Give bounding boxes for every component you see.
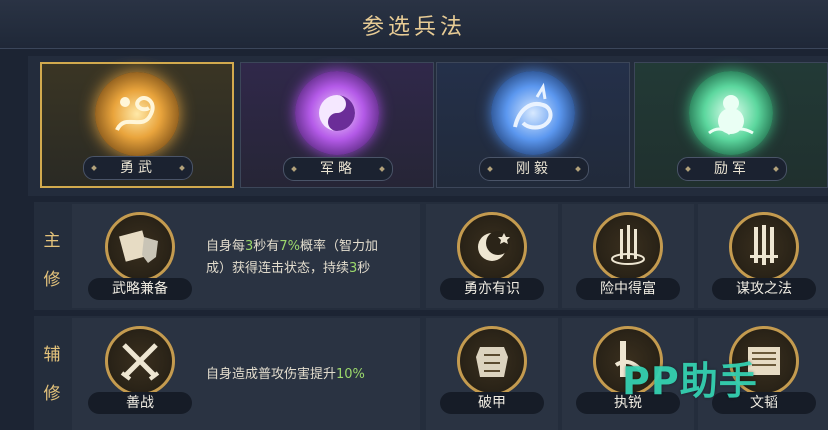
dragon-icon bbox=[95, 72, 179, 156]
aux-label-char-1: 辅 bbox=[43, 345, 61, 365]
aux-label-char-2: 修 bbox=[43, 384, 61, 404]
main-selected-skill[interactable]: 武略兼备 bbox=[80, 206, 200, 310]
category-card-junlue[interactable]: 军略 bbox=[240, 62, 434, 188]
main-skill-description: 自身每3秒有7%概率（智力加 成）获得连击状态，持续3秒 bbox=[206, 236, 416, 280]
main-label-char-1: 主 bbox=[43, 231, 61, 251]
desc-text: 概率（智力加 bbox=[299, 239, 378, 254]
skill-name: 善战 bbox=[88, 392, 192, 414]
desc-text: 自身每 bbox=[206, 239, 246, 254]
skill-pojia[interactable]: 破甲 bbox=[432, 320, 552, 424]
scroll-shield-icon bbox=[105, 212, 175, 282]
aux-row-label: 辅 修 bbox=[34, 340, 70, 404]
category-label: 军略 bbox=[283, 157, 393, 181]
gourd-cloud-icon bbox=[689, 71, 773, 155]
skill-name: 谋攻之法 bbox=[712, 278, 816, 300]
desc-text: 自身造成普攻伤害提升 bbox=[206, 367, 337, 382]
skill-mougongzhifa[interactable]: 谋攻之法 bbox=[704, 206, 824, 310]
watermark-logo: PP助手 bbox=[622, 359, 758, 403]
desc-highlight: 10% bbox=[336, 367, 365, 382]
skill-xianzhongdefu[interactable]: 险中得富 bbox=[568, 206, 688, 310]
skill-name: 破甲 bbox=[440, 392, 544, 414]
skill-name: 险中得富 bbox=[576, 278, 680, 300]
yin-yang-icon bbox=[295, 71, 379, 155]
armor-icon bbox=[457, 326, 527, 396]
desc-highlight: 7% bbox=[279, 239, 300, 254]
swords-ring-icon bbox=[593, 212, 663, 282]
skill-yongyiyoushi[interactable]: 勇亦有识 bbox=[432, 206, 552, 310]
page-title: 参选兵法 bbox=[361, 15, 466, 40]
skill-name: 勇亦有识 bbox=[440, 278, 544, 300]
title-bar: 参选兵法 bbox=[0, 0, 828, 49]
skill-name: 武略兼备 bbox=[88, 278, 192, 300]
qilin-icon bbox=[491, 71, 575, 155]
crescent-icon bbox=[457, 212, 527, 282]
aux-skill-description: 自身造成普攻伤害提升10% bbox=[206, 364, 416, 386]
category-label: 勇武 bbox=[83, 156, 193, 180]
triple-sword-icon bbox=[729, 212, 799, 282]
category-label: 励军 bbox=[677, 157, 787, 181]
main-label-char-2: 修 bbox=[43, 270, 61, 290]
desc-text: 秒有 bbox=[253, 239, 280, 254]
desc-text: 成）获得连击状态，持续 bbox=[206, 261, 350, 276]
crossed-blades-icon bbox=[105, 326, 175, 396]
category-card-gangyi[interactable]: 刚毅 bbox=[436, 62, 630, 188]
aux-selected-skill[interactable]: 善战 bbox=[80, 320, 200, 424]
category-card-yongwu[interactable]: 勇武 bbox=[40, 62, 234, 188]
main-row-label: 主 修 bbox=[34, 226, 70, 290]
category-label: 刚毅 bbox=[479, 157, 589, 181]
category-card-lijun[interactable]: 励军 bbox=[634, 62, 828, 188]
desc-text: 秒 bbox=[357, 261, 371, 276]
